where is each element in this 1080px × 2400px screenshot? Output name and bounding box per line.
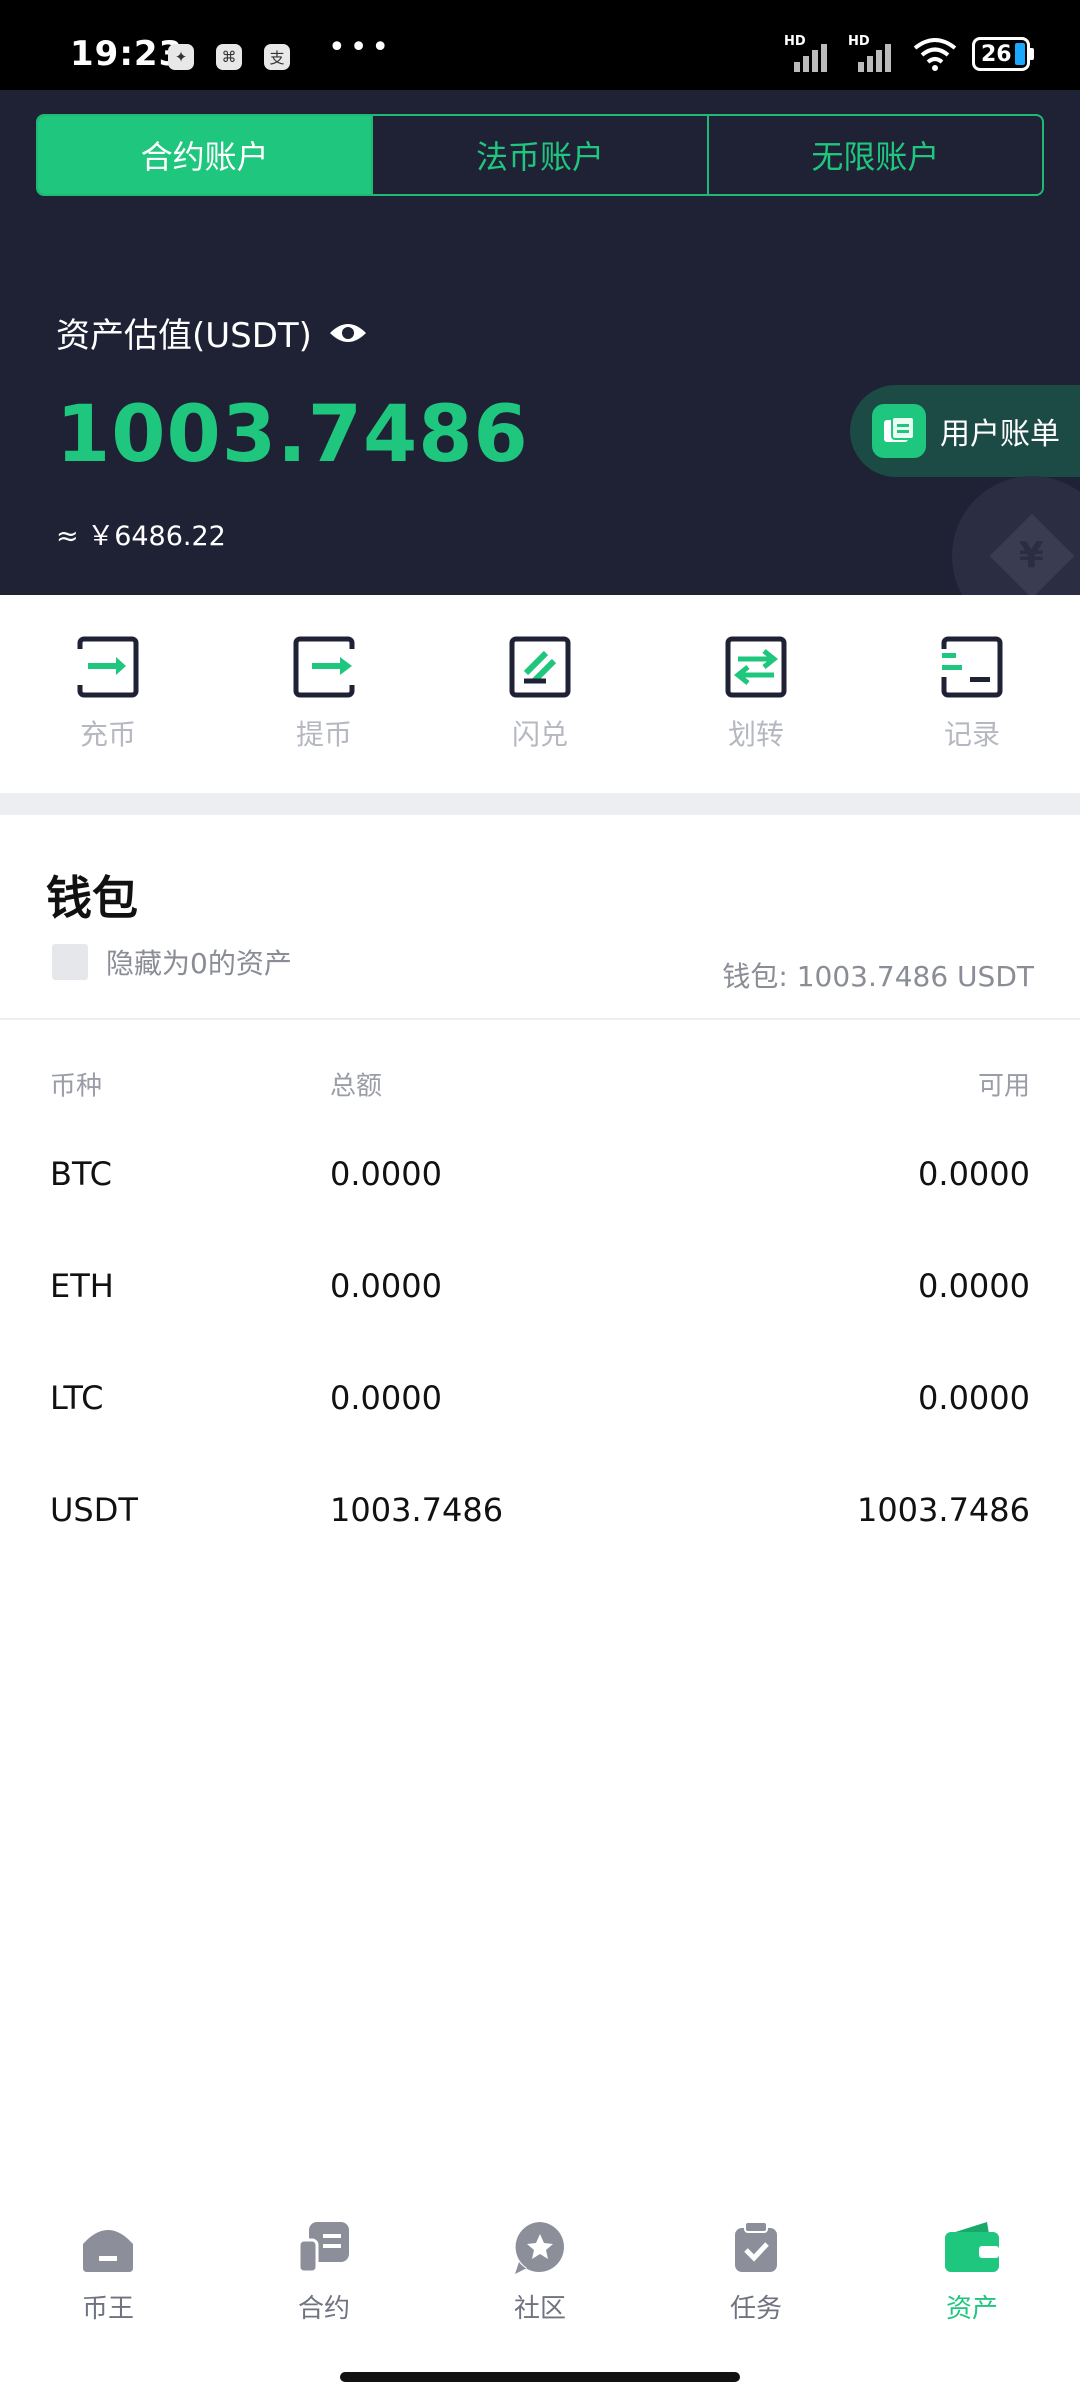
signal-icon: HD (784, 34, 834, 72)
row-available: 0.0000 (918, 1155, 1030, 1193)
flash-swap-icon (509, 636, 571, 698)
community-icon (515, 2222, 564, 2274)
nav-item-assets[interactable]: 资产 (864, 2200, 1080, 2340)
row-total: 0.0000 (330, 1379, 442, 1417)
tab-unlimited-account[interactable]: 无限账户 (709, 116, 1042, 194)
wallet-total: 钱包: 1003.7486 USDT (722, 960, 1034, 993)
flash-swap-label: 闪兑 (511, 718, 568, 751)
nav-label-task: 任务 (729, 2294, 782, 2324)
hide-zero-toggle[interactable]: 隐藏为0的资产 (52, 942, 292, 982)
bottom-nav: 币王 合约 社区 任务 资产 (0, 2200, 1080, 2340)
notification-icons: ✦ ⌘ 支 (168, 44, 290, 70)
withdraw-label: 提币 (295, 718, 352, 751)
tab-contract-account[interactable]: 合约账户 (38, 116, 374, 194)
table-row[interactable]: BTC 0.0000 0.0000 (0, 1118, 1080, 1230)
table-row[interactable]: ETH 0.0000 0.0000 (0, 1230, 1080, 1342)
flash-swap-button[interactable]: 闪兑 (432, 595, 648, 793)
more-notifications-icon: ••• (328, 30, 394, 65)
wallet-icon (945, 2222, 999, 2272)
asset-value: 1003.7486 (56, 390, 529, 480)
asset-valuation-label: 资产估值(USDT) (56, 316, 312, 356)
wifi-icon (913, 38, 957, 71)
signal-icon-2: HD (848, 34, 898, 72)
deposit-label: 充币 (79, 718, 136, 751)
row-currency: LTC (50, 1379, 104, 1417)
bill-icon (872, 404, 926, 458)
table-header: 币种 总额 可用 (0, 1050, 1080, 1118)
nav-label-community: 社区 (513, 2294, 566, 2324)
nav-label-contract: 合约 (297, 2294, 350, 2324)
wallet-divider (0, 1018, 1080, 1020)
records-label: 记录 (943, 718, 1000, 751)
asset-label-row: 资产估值(USDT) (56, 308, 368, 357)
row-available: 1003.7486 (856, 1491, 1030, 1529)
account-header: 合约账户 法币账户 无限账户 资产估值(USDT) 1003.7486 ≈ ￥6… (0, 90, 1080, 595)
home-indicator (340, 2372, 740, 2382)
asset-cny-value: ≈ ￥6486.22 (56, 521, 226, 552)
transfer-icon (725, 636, 787, 698)
deposit-button[interactable]: 充币 (0, 595, 216, 793)
tab-fiat-account[interactable]: 法币账户 (373, 116, 709, 194)
row-currency: USDT (50, 1491, 138, 1529)
row-total: 0.0000 (330, 1267, 442, 1305)
status-time: 19:23 (70, 34, 184, 74)
user-bill-label: 用户账单 (940, 417, 1060, 452)
user-bill-button[interactable]: 用户账单 (850, 385, 1080, 477)
nav-item-contract[interactable]: 合约 (216, 2200, 432, 2340)
status-bar: 19:23 ✦ ⌘ 支 ••• HD HD 26 (0, 0, 1080, 90)
section-divider (0, 793, 1080, 815)
row-currency: ETH (50, 1267, 114, 1305)
asset-table: 币种 总额 可用 BTC 0.0000 0.0000 ETH 0.0000 0.… (0, 1050, 1080, 1566)
withdraw-icon (293, 636, 356, 698)
deposit-icon (76, 636, 139, 698)
table-row[interactable]: USDT 1003.7486 1003.7486 (0, 1454, 1080, 1566)
battery-icon: 26 (972, 37, 1034, 71)
transfer-label: 划转 (727, 718, 784, 751)
column-available: 可用 (977, 1071, 1030, 1102)
alipay-notification-icon: 支 (264, 44, 290, 70)
withdraw-button[interactable]: 提币 (216, 595, 432, 793)
hide-zero-checkbox[interactable] (52, 944, 88, 980)
eye-icon[interactable] (328, 319, 368, 347)
records-button[interactable]: 记录 (864, 595, 1080, 793)
status-indicators: HD HD 26 (784, 34, 1034, 72)
yuan-decoration-icon: ¥ (952, 476, 1080, 595)
nav-label-home: 币王 (81, 2294, 134, 2324)
row-total: 0.0000 (330, 1155, 442, 1193)
row-available: 0.0000 (918, 1379, 1030, 1417)
battery-level: 26 (981, 41, 1012, 67)
game-notification-icon: ⌘ (216, 44, 242, 70)
row-total: 1003.7486 (330, 1491, 504, 1529)
nav-label-assets: 资产 (945, 2294, 998, 2324)
row-currency: BTC (50, 1155, 112, 1193)
wallet-title: 钱包 (46, 871, 138, 925)
records-icon (940, 636, 1003, 698)
home-icon (83, 2230, 133, 2272)
column-currency: 币种 (50, 1071, 103, 1102)
nav-item-home[interactable]: 币王 (0, 2200, 216, 2340)
row-available: 0.0000 (918, 1267, 1030, 1305)
transfer-button[interactable]: 划转 (648, 595, 864, 793)
column-total: 总额 (330, 1071, 383, 1102)
table-row[interactable]: LTC 0.0000 0.0000 (0, 1342, 1080, 1454)
task-icon (735, 2221, 777, 2272)
hide-zero-label: 隐藏为0的资产 (106, 947, 292, 980)
nav-item-task[interactable]: 任务 (648, 2200, 864, 2340)
contract-icon (297, 2222, 349, 2274)
quick-actions: 充币 提币 闪兑 划转 记录 (0, 595, 1080, 793)
nav-item-community[interactable]: 社区 (432, 2200, 648, 2340)
account-tabs: 合约账户 法币账户 无限账户 (36, 114, 1044, 196)
app-notification-icon: ✦ (168, 44, 194, 70)
